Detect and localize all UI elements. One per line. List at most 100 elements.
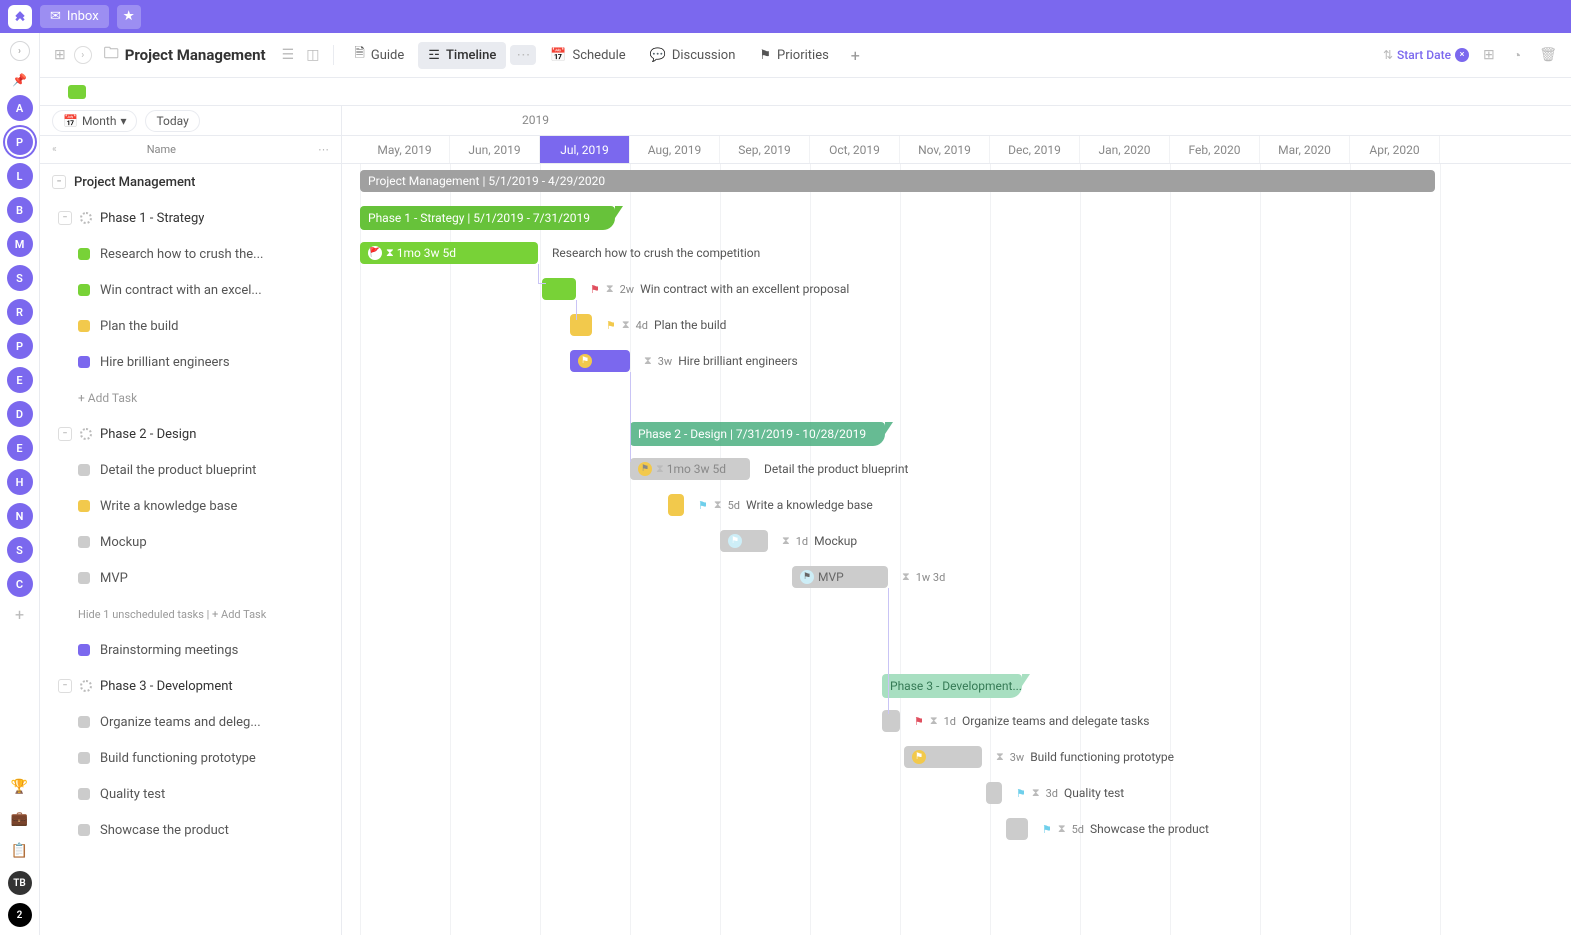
month-cell[interactable]: Mar, 2020 bbox=[1260, 136, 1350, 163]
space-avatar-a[interactable]: A bbox=[7, 95, 33, 121]
expand-icon[interactable]: − bbox=[58, 211, 72, 225]
today-button[interactable]: Today bbox=[145, 110, 199, 132]
space-avatar-n[interactable]: N bbox=[7, 503, 33, 529]
favorite-button[interactable]: ★ bbox=[117, 5, 141, 29]
month-cell[interactable]: Jun, 2019 bbox=[450, 136, 540, 163]
tab-more-button[interactable]: ⋯ bbox=[510, 45, 536, 65]
grid-icon[interactable]: ⊞ bbox=[50, 43, 70, 67]
gantt-bar-task[interactable]: ⚑ ⧗ 1mo 3w 5d Detail the product bluepri… bbox=[630, 458, 750, 480]
scale-dropdown[interactable]: 📅 Month ▾ bbox=[52, 110, 137, 132]
month-cell[interactable]: Dec, 2019 bbox=[990, 136, 1080, 163]
close-icon[interactable]: × bbox=[1455, 48, 1469, 62]
month-cell[interactable]: Feb, 2020 bbox=[1170, 136, 1260, 163]
space-avatar-p2[interactable]: P bbox=[7, 333, 33, 359]
expand-icon[interactable]: − bbox=[58, 679, 72, 693]
tab-schedule[interactable]: 📅Schedule bbox=[540, 42, 635, 69]
tab-guide[interactable]: 🗎Guide bbox=[344, 38, 414, 72]
list-icon[interactable]: ☰ bbox=[278, 43, 299, 67]
gantt-bar-task[interactable]: ⚑⧗5dShowcase the product bbox=[1006, 818, 1028, 840]
board-icon[interactable]: ◫ bbox=[302, 43, 323, 67]
month-cell[interactable]: Jan, 2020 bbox=[1080, 136, 1170, 163]
month-cell[interactable]: Nov, 2019 bbox=[900, 136, 990, 163]
project-row[interactable]: − Project Management bbox=[40, 164, 341, 200]
trophy-icon[interactable]: 🏆 bbox=[11, 779, 28, 795]
project-title[interactable]: 🗀 Project Management bbox=[96, 43, 274, 68]
share-icon[interactable]: ◔ bbox=[1509, 43, 1525, 68]
task-row[interactable]: Hire brilliant engineers bbox=[40, 344, 341, 380]
task-row[interactable]: Research how to crush the... bbox=[40, 236, 341, 272]
phase3-row[interactable]: − Phase 3 - Development bbox=[40, 668, 341, 704]
task-row[interactable]: Quality test bbox=[40, 776, 341, 812]
task-row[interactable]: Win contract with an excel... bbox=[40, 272, 341, 308]
space-avatar-c[interactable]: C bbox=[7, 571, 33, 597]
task-row[interactable]: Brainstorming meetings bbox=[40, 632, 341, 668]
settings-icon[interactable]: ⊞ bbox=[1479, 43, 1499, 67]
task-row[interactable]: Showcase the product bbox=[40, 812, 341, 848]
month-cell[interactable]: Oct, 2019 bbox=[810, 136, 900, 163]
column-more-button[interactable]: ⋯ bbox=[318, 143, 329, 156]
space-avatar-h[interactable]: H bbox=[7, 469, 33, 495]
app-logo-icon[interactable] bbox=[8, 5, 32, 29]
inbox-button[interactable]: ✉ Inbox bbox=[40, 5, 109, 28]
task-row[interactable]: Detail the product blueprint bbox=[40, 452, 341, 488]
add-space-button[interactable]: + bbox=[15, 605, 24, 624]
gantt-bar-task[interactable]: ⚑ MVP ⧗1w 3d bbox=[792, 566, 888, 588]
space-avatar-s2[interactable]: S bbox=[7, 537, 33, 563]
gantt-bar-phase1[interactable]: Phase 1 - Strategy | 5/1/2019 - 7/31/201… bbox=[360, 206, 615, 230]
gantt-bar-task[interactable]: ⚑⧗3dQuality test bbox=[986, 782, 1002, 804]
task-row[interactable]: Plan the build bbox=[40, 308, 341, 344]
month-cell[interactable]: Apr, 2020 bbox=[1350, 136, 1440, 163]
phase2-row[interactable]: − Phase 2 - Design bbox=[40, 416, 341, 452]
task-row[interactable]: Mockup bbox=[40, 524, 341, 560]
add-task-button[interactable]: + Add Task bbox=[40, 380, 341, 416]
automation-icon[interactable] bbox=[68, 85, 86, 99]
gantt-bar-task[interactable]: ⚑ ⧗1dMockup bbox=[720, 530, 768, 552]
space-avatar-e2[interactable]: E bbox=[7, 435, 33, 461]
phase1-row[interactable]: − Phase 1 - Strategy bbox=[40, 200, 341, 236]
start-date-filter[interactable]: ⇅ Start Date × bbox=[1383, 48, 1469, 62]
space-avatar-l[interactable]: L bbox=[7, 163, 33, 189]
expand-sidebar-button[interactable]: › bbox=[10, 41, 30, 61]
pin-icon[interactable]: 📌 bbox=[12, 73, 27, 87]
gantt-bar-project[interactable]: Project Management | 5/1/2019 - 4/29/202… bbox=[360, 170, 1435, 192]
gantt-bar-task[interactable]: ⚑⧗1dOrganize teams and delegate tasks bbox=[882, 710, 900, 732]
space-avatar-d[interactable]: D bbox=[7, 401, 33, 427]
gantt-chart[interactable]: 2019 May, 2019 Jun, 2019 Jul, 2019 Aug, … bbox=[342, 106, 1571, 935]
space-avatar-s[interactable]: S bbox=[7, 265, 33, 291]
tab-timeline[interactable]: ☲Timeline bbox=[418, 42, 506, 69]
gantt-body[interactable]: Project Management | 5/1/2019 - 4/29/202… bbox=[342, 164, 1571, 935]
add-task-inline[interactable]: + Add Task bbox=[212, 608, 266, 621]
gantt-bar-phase3[interactable]: Phase 3 - Development... bbox=[882, 674, 1022, 698]
month-cell[interactable]: May, 2019 bbox=[360, 136, 450, 163]
expand-icon[interactable]: − bbox=[58, 427, 72, 441]
space-avatar-e[interactable]: E bbox=[7, 367, 33, 393]
gantt-bar-task[interactable]: ⚑⧗2wWin contract with an excellent propo… bbox=[542, 278, 576, 300]
delete-icon[interactable]: 🗑 bbox=[1535, 43, 1561, 67]
month-cell[interactable]: Sep, 2019 bbox=[720, 136, 810, 163]
gantt-bar-task[interactable]: ⚑ ⧗3wBuild functioning prototype bbox=[904, 746, 982, 768]
gantt-bar-task[interactable]: ⚑⧗5dWrite a knowledge base bbox=[668, 494, 684, 516]
add-view-button[interactable]: + bbox=[843, 42, 868, 69]
space-avatar-m[interactable]: M bbox=[7, 231, 33, 257]
tab-priorities[interactable]: ⚑Priorities bbox=[749, 42, 838, 69]
expand-icon[interactable]: − bbox=[52, 175, 66, 189]
gantt-bar-task[interactable]: ⚑ ⧗3wHire brilliant engineers bbox=[570, 350, 630, 372]
count-badge[interactable]: 2 bbox=[8, 903, 32, 927]
task-row[interactable]: Organize teams and deleg... bbox=[40, 704, 341, 740]
clipboard-icon[interactable]: 📋 bbox=[11, 843, 28, 859]
space-avatar-r[interactable]: R bbox=[7, 299, 33, 325]
gantt-bar-task[interactable]: 🚩 ⧗ 1mo 3w 5d Research how to crush the … bbox=[360, 242, 538, 264]
tb-badge[interactable]: TB bbox=[8, 871, 32, 895]
tab-discussion[interactable]: 💬Discussion bbox=[640, 42, 746, 69]
gantt-bar-task[interactable]: ⚑⧗4dPlan the build bbox=[570, 314, 592, 336]
month-cell[interactable]: Aug, 2019 bbox=[630, 136, 720, 163]
month-cell[interactable]: Jul, 2019 bbox=[540, 136, 630, 163]
collapse-all-button[interactable]: « bbox=[52, 144, 57, 155]
gantt-bar-phase2[interactable]: Phase 2 - Design | 7/31/2019 - 10/28/201… bbox=[630, 422, 885, 446]
space-avatar-p[interactable]: P bbox=[7, 129, 33, 155]
space-avatar-b[interactable]: B bbox=[7, 197, 33, 223]
forward-icon[interactable]: › bbox=[74, 46, 92, 64]
briefcase-icon[interactable]: 💼 bbox=[11, 811, 28, 827]
task-row[interactable]: Write a knowledge base bbox=[40, 488, 341, 524]
hide-text[interactable]: Hide 1 unscheduled tasks bbox=[78, 608, 204, 621]
